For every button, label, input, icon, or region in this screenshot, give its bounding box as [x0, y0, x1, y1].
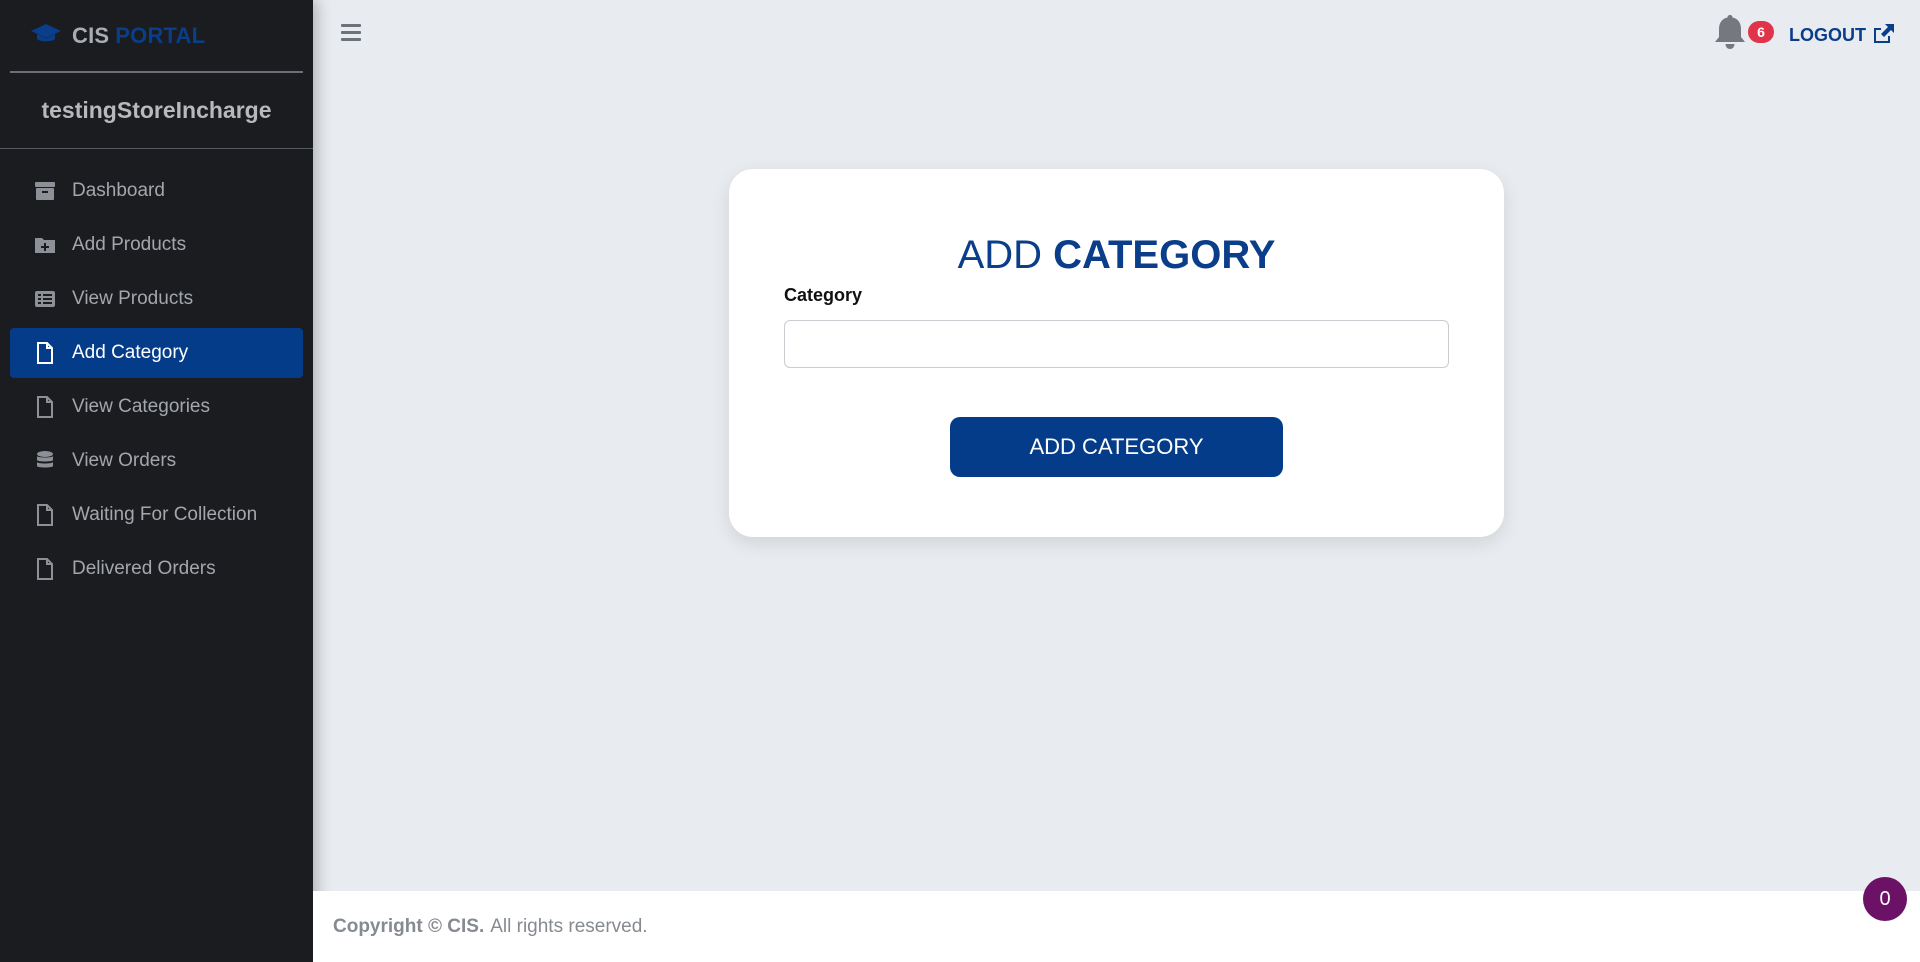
copyright-rest: All rights reserved. — [490, 915, 648, 937]
database-icon — [34, 450, 56, 472]
sidebar-item-delivered-orders[interactable]: Delivered Orders — [10, 544, 303, 594]
brand-name: CIS PORTAL — [72, 23, 205, 49]
logout-label: LOGOUT — [1789, 25, 1866, 45]
sidebar-item-label: Add Products — [72, 234, 187, 255]
sidebar-item-label: Delivered Orders — [72, 558, 216, 579]
copyright-strong: Copyright © CIS. — [333, 915, 485, 937]
folder-plus-icon — [34, 234, 56, 256]
sidebar-nav: Dashboard Add Products View Products Add… — [0, 149, 313, 594]
sidebar-item-view-products[interactable]: View Products — [10, 274, 303, 324]
sidebar-item-add-products[interactable]: Add Products — [10, 220, 303, 270]
footer: Copyright © CIS. All rights reserved. — [313, 891, 1920, 962]
sidebar: CIS PORTAL testingStoreIncharge Dashboard… — [0, 0, 313, 962]
sidebar-item-label: View Products — [72, 288, 194, 309]
sidebar-item-view-categories[interactable]: View Categories — [10, 382, 303, 432]
sidebar-item-waiting-for-collection[interactable]: Waiting For Collection — [10, 490, 303, 540]
hamburger-bar — [341, 31, 361, 34]
sidebar-item-label: Add Category — [72, 342, 189, 363]
page-title: ADD CATEGORY — [729, 233, 1504, 278]
hamburger-menu-icon[interactable] — [341, 24, 361, 44]
floating-counter-button[interactable]: 0 — [1863, 877, 1907, 921]
add-category-button[interactable]: ADD CATEGORY — [950, 417, 1283, 477]
category-input[interactable] — [784, 320, 1449, 368]
file-icon — [34, 396, 56, 418]
add-category-card: ADD CATEGORY Category ADD CATEGORY — [729, 169, 1504, 537]
graduation-cap-icon — [30, 22, 72, 49]
brand-name-accent: PORTAL — [115, 22, 206, 48]
bell-icon[interactable] — [1713, 13, 1747, 51]
hamburger-bar — [341, 38, 361, 41]
sidebar-item-label: View Categories — [72, 396, 211, 417]
brand-name-main: CIS — [72, 22, 110, 48]
logout-button[interactable]: LOGOUT — [1789, 22, 1896, 49]
notification-count-badge: 6 — [1748, 21, 1774, 43]
sidebar-item-dashboard[interactable]: Dashboard — [10, 166, 303, 216]
sidebar-item-label: Waiting For Collection — [72, 504, 258, 525]
archive-icon — [34, 180, 56, 202]
user-name: testingStoreIncharge — [0, 73, 313, 149]
category-field-label: Category — [784, 285, 863, 305]
sidebar-item-add-category[interactable]: Add Category — [10, 328, 303, 378]
file-icon — [34, 504, 56, 526]
file-icon — [34, 558, 56, 580]
file-icon — [34, 342, 56, 364]
sidebar-item-label: Dashboard — [72, 180, 165, 201]
brand[interactable]: CIS PORTAL — [10, 0, 303, 73]
list-icon — [34, 288, 56, 310]
sidebar-item-label: View Orders — [72, 450, 177, 471]
page-title-bold: CATEGORY — [1053, 233, 1276, 277]
sidebar-item-view-orders[interactable]: View Orders — [10, 436, 303, 486]
page-title-light: ADD — [957, 233, 1043, 277]
share-external-icon — [1866, 22, 1896, 49]
hamburger-bar — [341, 24, 361, 27]
